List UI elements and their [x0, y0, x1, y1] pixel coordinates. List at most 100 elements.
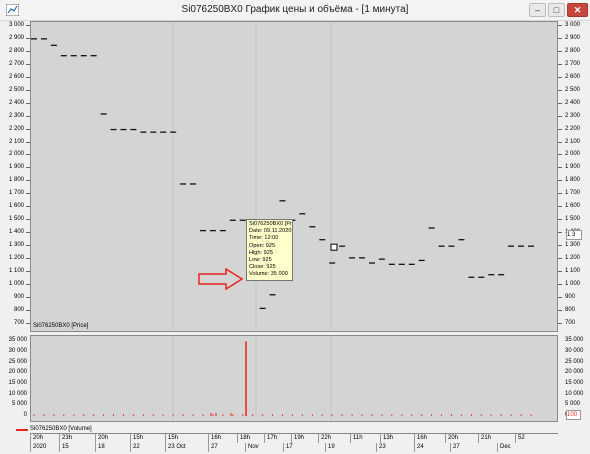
price-right-tick-label: 1 300: [565, 242, 581, 249]
price-left-tick-mark: [26, 37, 30, 39]
title-bar: Si076250BX0 График цены и объёма - [1 ми…: [0, 0, 590, 21]
price-left-tick-mark: [26, 63, 30, 65]
price-right-tick-mark: [558, 167, 562, 169]
price-right-tick-mark: [558, 89, 562, 91]
time-axis-label: 21h: [478, 434, 515, 443]
price-right-tick-mark: [558, 24, 562, 26]
volume-left-tick-label: 25 000: [8, 358, 27, 365]
time-axis-label: 20h: [30, 434, 59, 443]
price-right-tick-mark: [558, 180, 562, 182]
price-legend: Si076250BX0 [Price]: [33, 323, 89, 329]
time-axis-label: 18: [95, 443, 130, 452]
price-left-tick-mark: [26, 180, 30, 182]
volume-pane[interactable]: [30, 335, 558, 423]
price-left-tick-mark: [26, 102, 30, 104]
close-button[interactable]: ✕: [567, 3, 588, 17]
volume-left-tick-label: 20 000: [8, 369, 27, 376]
price-right-tick-mark: [558, 297, 562, 298]
volume-right-tick-label: 15 000: [565, 380, 584, 386]
tooltip-time: Time: 12:00: [249, 235, 279, 242]
price-left-tick-mark: [26, 76, 30, 78]
tooltip-close: Close: 925: [249, 264, 276, 271]
time-axis-label: 27: [208, 443, 245, 452]
price-left-tick-mark: [26, 115, 30, 117]
time-axis-label: Nov: [245, 443, 283, 452]
time-axis-label: 19: [325, 443, 376, 452]
volume-right-tick-label: 5 000: [565, 401, 581, 408]
price-right-tick-mark: [558, 50, 562, 52]
tooltip-date: Date: 09.11.2020: [249, 228, 292, 235]
volume-right-tick-label: 35 000: [565, 337, 584, 344]
price-left-tick-mark: [26, 297, 30, 298]
price-left-tick-mark: [26, 89, 30, 91]
price-left-tick-mark: [26, 232, 30, 234]
price-left-tick-label: 1 800: [8, 177, 24, 184]
price-right-tick-label: 800: [565, 306, 576, 313]
window-title: Si076250BX0 График цены и объёма - [1 ми…: [181, 4, 409, 15]
price-right-tick-label: 1 100: [565, 268, 581, 275]
price-left-tick-label: 1 900: [8, 164, 24, 171]
time-axis-label: 23: [376, 443, 414, 452]
time-axis-bottom-row: 2020 15 18 22 23 Oct 27 Nov 17 19 23 24 27 Dec: [30, 443, 558, 452]
price-right-tick-mark: [558, 115, 562, 117]
price-right-tick-mark: [558, 219, 562, 221]
price-right-tick-mark: [558, 271, 562, 273]
price-right-tick-mark: [558, 232, 562, 234]
volume-left-tick-label: 0: [23, 412, 27, 418]
time-axis-label: 13h: [380, 434, 414, 443]
time-axis-top-row: 20h 23h 20h 15h 15h 16h 18h 17h 19h 22h 11h 13h 16h 2…: [30, 434, 558, 443]
price-right-tick-label: 2 200: [565, 125, 581, 132]
time-axis-label: 17: [283, 443, 325, 452]
time-axis-label: 22: [130, 443, 165, 452]
price-left-tick-mark: [26, 206, 30, 208]
price-right-tick-mark: [558, 206, 562, 208]
price-left-tick-label: 800: [13, 306, 24, 313]
price-left-tick-mark: [26, 50, 30, 52]
volume-chart: [33, 336, 532, 423]
last-price-label: 1 3: [566, 230, 582, 240]
price-left-tick-label: 2 800: [8, 47, 24, 54]
price-right-tick-mark: [558, 322, 562, 324]
price-right-tick-label: 1 700: [565, 190, 581, 197]
price-right-tick-label: 2 700: [565, 60, 581, 67]
price-left-tick-label: 1 200: [8, 255, 24, 262]
price-right-tick-mark: [558, 102, 562, 104]
volume-left-tick-label: 30 000: [8, 348, 27, 354]
time-axis-label: 16h: [414, 434, 445, 443]
price-right-tick-label: 1 600: [565, 203, 581, 210]
price-left-tick-mark: [26, 167, 30, 169]
price-chart: [31, 22, 534, 333]
price-right-tick-label: 2 500: [565, 86, 581, 93]
volume-right-tick-label: 30 000: [565, 348, 584, 354]
time-axis-label: 18h: [237, 434, 264, 443]
maximize-button[interactable]: □: [548, 3, 565, 17]
time-axis-label: 15h: [165, 434, 208, 443]
time-axis-label: 2020: [30, 443, 59, 452]
price-right-tick-label: 2 800: [565, 47, 581, 54]
price-right-tick-mark: [558, 284, 562, 286]
tooltip-high: High: 925: [249, 249, 273, 256]
volume-right-tick-label: 20 000: [565, 369, 584, 376]
volume-legend-swatch: [16, 429, 28, 431]
time-axis-label: 27: [450, 443, 497, 452]
minimize-button[interactable]: –: [529, 3, 546, 17]
price-right-tick-mark: [558, 309, 562, 311]
price-pane[interactable]: Si076250BX0 [Price]: [30, 21, 558, 333]
price-right-tick-label: 1 000: [565, 281, 581, 288]
price-left-tick-label: 1 300: [8, 242, 24, 249]
time-axis-label: 16h: [208, 434, 237, 443]
price-right-tick-label: 1 900: [565, 164, 581, 171]
price-right-tick-mark: [558, 258, 562, 260]
price-left-tick-label: 1 400: [8, 229, 24, 236]
time-axis-label: 23 Oct: [165, 443, 208, 452]
price-left-tick-mark: [26, 258, 30, 260]
price-left-tick-mark: [26, 154, 30, 156]
volume-legend: Si076250BX0 [Volume]: [30, 426, 92, 432]
price-right-tick-label: 700: [565, 319, 576, 326]
price-right-tick-label: 2 400: [565, 99, 581, 106]
price-left-tick-mark: [26, 245, 30, 247]
price-left-tick-mark: [26, 309, 30, 311]
price-left-tick-mark: [26, 219, 30, 221]
price-left-tick-mark: [26, 128, 30, 130]
price-left-tick-mark: [26, 271, 30, 273]
